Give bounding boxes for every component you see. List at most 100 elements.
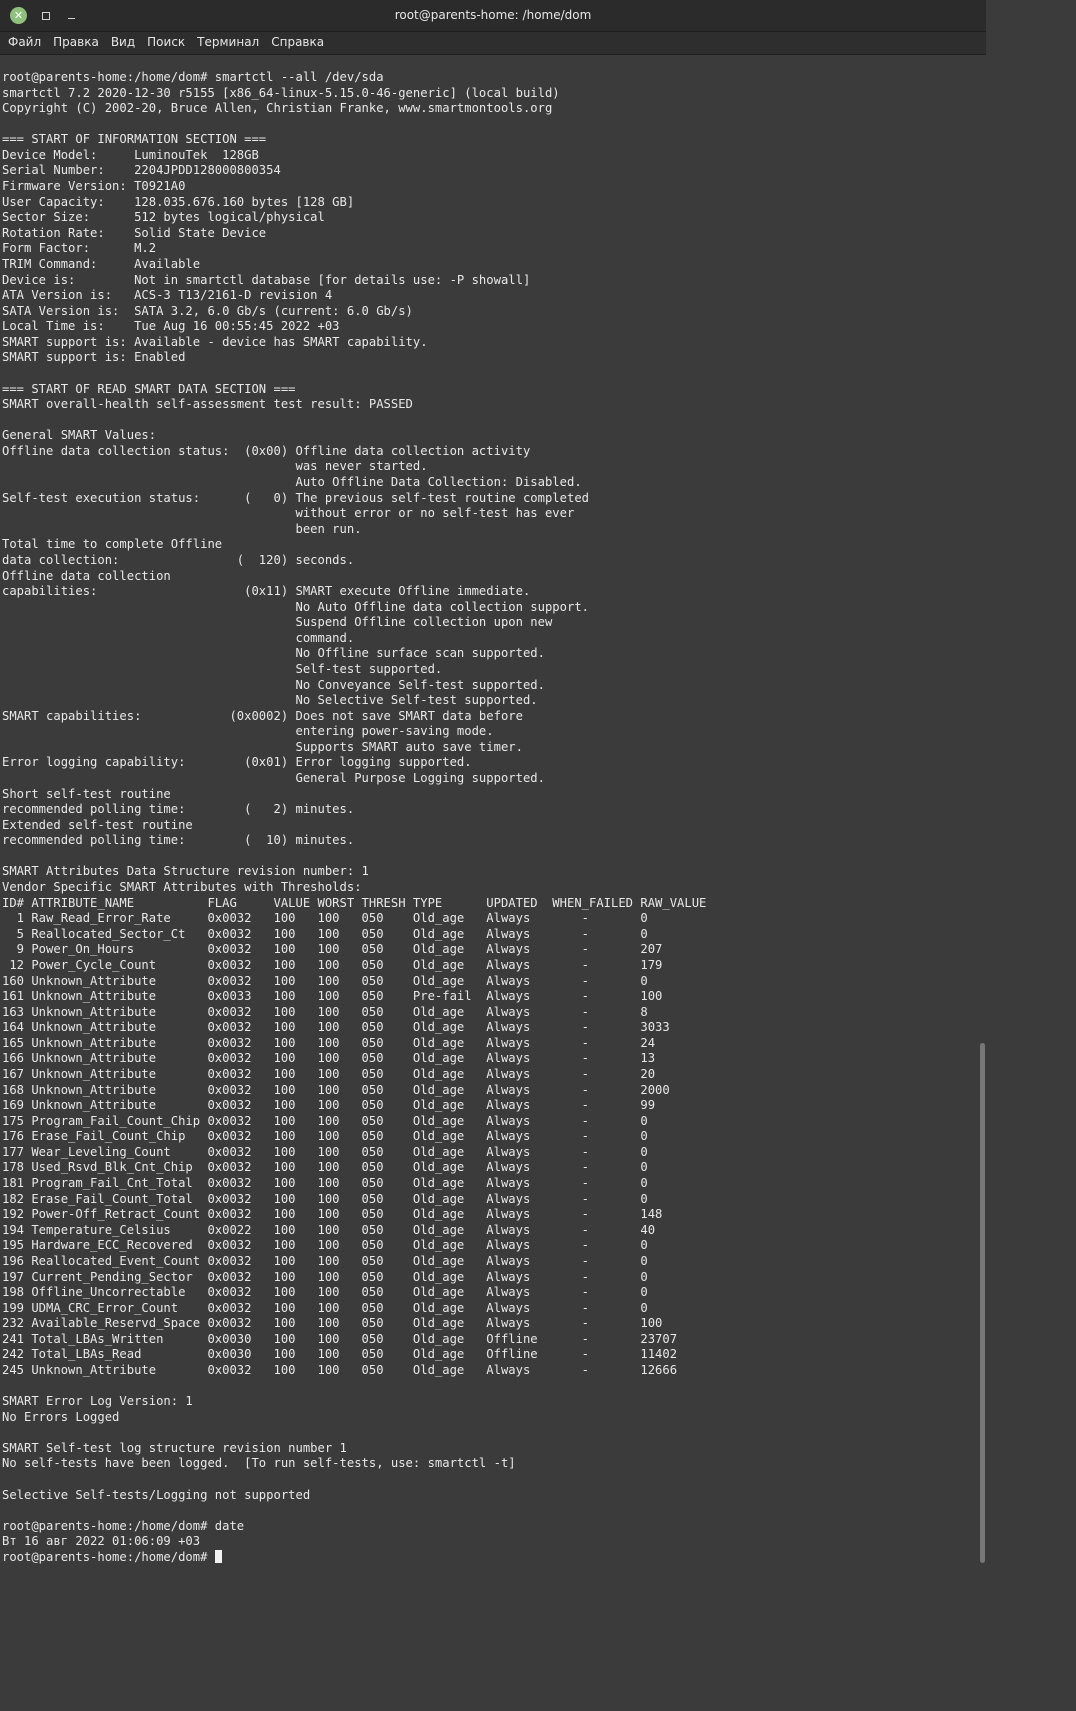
terminal-line: Short self-test routine	[2, 786, 171, 801]
terminal-line: 242 Total_LBAs_Read 0x0030 100 100 050 O…	[2, 1347, 678, 1362]
scrollbar-thumb[interactable]	[980, 1043, 985, 1563]
terminal-line: Extended self-test routine	[2, 817, 193, 832]
terminal-line: root@parents-home:/home/dom# date	[2, 1518, 245, 1533]
terminal-line: No Conveyance Self-test supported.	[2, 677, 545, 692]
menu-search[interactable]: Поиск	[141, 32, 191, 52]
terminal-line: Offline data collection status: (0x00) O…	[2, 443, 531, 458]
terminal-line: Auto Offline Data Collection: Disabled.	[2, 475, 582, 490]
terminal-line: 194 Temperature_Celsius 0x0022 100 100 0…	[2, 1222, 656, 1237]
terminal-line: ID# ATTRIBUTE_NAME FLAG VALUE WORST THRE…	[2, 895, 707, 910]
terminal-line: capabilities: (0x11) SMART execute Offli…	[2, 584, 531, 599]
terminal-line: SMART capabilities: (0x0002) Does not sa…	[2, 708, 523, 723]
terminal-line: 5 Reallocated_Sector_Ct 0x0032 100 100 0…	[2, 926, 648, 941]
terminal-area[interactable]: root@parents-home:/home/dom# smartctl --…	[0, 55, 978, 1568]
terminal-line: Rotation Rate: Solid State Device	[2, 225, 267, 240]
terminal-line: Local Time is: Tue Aug 16 00:55:45 2022 …	[2, 319, 340, 334]
text-cursor	[214, 1549, 222, 1563]
terminal-line: 232 Available_Reservd_Space 0x0032 100 1…	[2, 1316, 663, 1331]
terminal-line: TRIM Command: Available	[2, 256, 201, 271]
terminal-line: 198 Offline_Uncorrectable 0x0032 100 100…	[2, 1285, 648, 1300]
terminal-line: 166 Unknown_Attribute 0x0032 100 100 050…	[2, 1051, 656, 1066]
terminal-line: 167 Unknown_Attribute 0x0032 100 100 050…	[2, 1067, 656, 1081]
terminal-line: 181 Program_Fail_Cnt_Total 0x0032 100 10…	[2, 1176, 648, 1191]
command-prompt: root@parents-home:/home/dom#	[2, 1549, 215, 1564]
terminal-line: SMART Error Log Version: 1	[2, 1394, 193, 1409]
terminal-line: 168 Unknown_Attribute 0x0032 100 100 050…	[2, 1082, 670, 1097]
menu-edit[interactable]: Правка	[47, 32, 105, 52]
menu-terminal[interactable]: Терминал	[191, 32, 265, 52]
menu-view[interactable]: Вид	[105, 32, 141, 52]
terminal-line: 1 Raw_Read_Error_Rate 0x0032 100 100 050…	[2, 911, 648, 926]
terminal-line: General SMART Values:	[2, 428, 157, 443]
terminal-line: === START OF READ SMART DATA SECTION ===	[2, 381, 296, 396]
terminal-line: was never started.	[2, 459, 428, 474]
terminal-line: Copyright (C) 2002-20, Bruce Allen, Chri…	[2, 101, 553, 116]
terminal-line: Self-test supported.	[2, 661, 443, 676]
terminal-line: Sector Size: 512 bytes logical/physical	[2, 210, 325, 225]
window-title: root@parents-home: /home/dom	[394, 8, 592, 22]
terminal-line: command.	[2, 630, 355, 645]
terminal-line: smartctl 7.2 2020-12-30 r5155 [x86_64-li…	[2, 85, 560, 100]
terminal-line: No self-tests have been logged. [To run …	[2, 1456, 516, 1471]
terminal-line: 199 UDMA_CRC_Error_Count 0x0032 100 100 …	[2, 1300, 648, 1315]
terminal-line: 245 Unknown_Attribute 0x0032 100 100 050…	[2, 1362, 678, 1377]
terminal-line: Offline data collection	[2, 568, 171, 583]
terminal-line: 169 Unknown_Attribute 0x0032 100 100 050…	[2, 1098, 656, 1113]
terminal-line: 176 Erase_Fail_Count_Chip 0x0032 100 100…	[2, 1129, 648, 1144]
terminal-line: 241 Total_LBAs_Written 0x0030 100 100 05…	[2, 1331, 678, 1346]
terminal-line: Vendor Specific SMART Attributes with Th…	[2, 880, 362, 895]
terminal-line: Selective Self-tests/Logging not support…	[2, 1487, 311, 1502]
terminal-line: 197 Current_Pending_Sector 0x0032 100 10…	[2, 1269, 648, 1284]
terminal-line: User Capacity: 128.035.676.160 bytes [12…	[2, 194, 355, 209]
terminal-line: No Offline surface scan supported.	[2, 646, 545, 661]
terminal-line: Device Model: LuminouTek 128GB	[2, 147, 259, 162]
terminal-line: 160 Unknown_Attribute 0x0032 100 100 050…	[2, 973, 648, 988]
terminal-line: No Auto Offline data collection support.	[2, 599, 589, 614]
terminal-line: SATA Version is: SATA 3.2, 6.0 Gb/s (cur…	[2, 303, 413, 318]
terminal-line: Supports SMART auto save timer.	[2, 739, 523, 754]
menu-file[interactable]: Файл	[2, 32, 47, 52]
terminal-line: Вт 16 авг 2022 01:06:09 +03	[2, 1534, 201, 1549]
terminal-line: SMART support is: Enabled	[2, 350, 186, 365]
terminal-line: 195 Hardware_ECC_Recovered 0x0032 100 10…	[2, 1238, 648, 1253]
terminal-line: 163 Unknown_Attribute 0x0032 100 100 050…	[2, 1004, 648, 1019]
terminal-line: entering power-saving mode.	[2, 724, 494, 739]
terminal-line: Form Factor: M.2	[2, 241, 157, 256]
terminal-line: Firmware Version: T0921A0	[2, 179, 186, 194]
terminal-line: without error or no self-test has ever	[2, 506, 575, 521]
terminal-line: 192 Power-Off_Retract_Count 0x0032 100 1…	[2, 1207, 663, 1222]
terminal-line: === START OF INFORMATION SECTION ===	[2, 132, 267, 147]
terminal-line: root@parents-home:/home/dom# smartctl --…	[2, 70, 384, 84]
terminal-line: 165 Unknown_Attribute 0x0032 100 100 050…	[2, 1035, 656, 1050]
terminal-line: No Selective Self-test supported.	[2, 693, 538, 708]
terminal-line: 175 Program_Fail_Count_Chip 0x0032 100 1…	[2, 1113, 648, 1128]
terminal-line: SMART support is: Available - device has…	[2, 334, 428, 349]
title-bar[interactable]: ✕ root@parents-home: /home/dom	[0, 0, 986, 32]
terminal-line: 178 Used_Rsvd_Blk_Cnt_Chip 0x0032 100 10…	[2, 1160, 648, 1175]
terminal-line: SMART Self-test log structure revision n…	[2, 1440, 347, 1455]
terminal-line: Error logging capability: (0x01) Error l…	[2, 755, 472, 770]
terminal-line: Total time to complete Offline	[2, 537, 223, 552]
terminal-line: SMART Attributes Data Structure revision…	[2, 864, 369, 879]
scrollbar[interactable]	[978, 55, 986, 1568]
terminal-line: 182 Erase_Fail_Count_Total 0x0032 100 10…	[2, 1191, 648, 1206]
terminal-output: root@parents-home:/home/dom# smartctl --…	[0, 55, 978, 1566]
terminal-line: recommended polling time: ( 2) minutes.	[2, 802, 355, 817]
terminal-line: Self-test execution status: ( 0) The pre…	[2, 490, 589, 505]
terminal-line: SMART overall-health self-assessment tes…	[2, 397, 413, 412]
terminal-line: Suspend Offline collection upon new	[2, 615, 553, 630]
terminal-line: recommended polling time: ( 10) minutes.	[2, 833, 355, 848]
terminal-line: ATA Version is: ACS-3 T13/2161-D revisio…	[2, 288, 333, 303]
terminal-line: 196 Reallocated_Event_Count 0x0032 100 1…	[2, 1253, 648, 1268]
terminal-line: General Purpose Logging supported.	[2, 771, 545, 786]
menu-help[interactable]: Справка	[265, 32, 330, 52]
terminal-line: Serial Number: 2204JPDD128000800354	[2, 163, 281, 178]
terminal-line: 161 Unknown_Attribute 0x0033 100 100 050…	[2, 989, 663, 1004]
terminal-line: 12 Power_Cycle_Count 0x0032 100 100 050 …	[2, 957, 663, 972]
menu-bar: Файл Правка Вид Поиск Терминал Справка	[0, 32, 986, 55]
terminal-window: ✕ root@parents-home: /home/dom Файл Прав…	[0, 0, 986, 1568]
terminal-line: been run.	[2, 521, 362, 536]
terminal-line: No Errors Logged	[2, 1409, 120, 1424]
terminal-line: data collection: ( 120) seconds.	[2, 552, 355, 567]
terminal-line: Device is: Not in smartctl database [for…	[2, 272, 531, 287]
